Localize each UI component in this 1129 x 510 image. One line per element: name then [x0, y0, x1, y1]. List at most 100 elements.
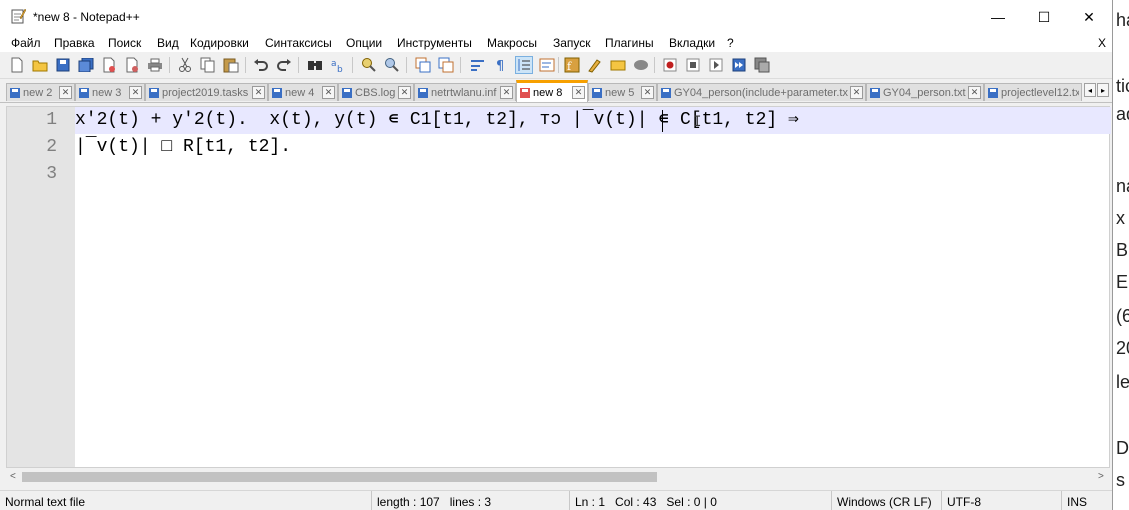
- cut-icon[interactable]: [176, 56, 194, 74]
- line-number-gutter: 1 2 3: [7, 107, 75, 467]
- stop-macro-icon[interactable]: [684, 56, 702, 74]
- horizontal-scrollbar[interactable]: < >: [6, 469, 1110, 486]
- tab-label: projectlevel12.txt: [1001, 86, 1079, 99]
- close-button[interactable]: ✕: [1066, 0, 1112, 34]
- save-all-icon[interactable]: [77, 56, 95, 74]
- monitoring-icon[interactable]: [609, 56, 627, 74]
- menu-view[interactable]: Вид: [157, 36, 179, 50]
- menu-settings[interactable]: Опции: [346, 36, 382, 50]
- tab-close-icon[interactable]: ✕: [572, 86, 585, 99]
- tab-gy04-person[interactable]: GY04_person.txt ✕: [866, 83, 984, 101]
- new-file-icon[interactable]: [8, 56, 26, 74]
- background-text: x w: [1116, 208, 1129, 228]
- menu-macro[interactable]: Макросы: [487, 36, 537, 50]
- replace-icon[interactable]: ab: [329, 56, 347, 74]
- maximize-button[interactable]: ☐: [1021, 0, 1067, 34]
- play-macro-icon[interactable]: [707, 56, 725, 74]
- scroll-right-arrow-icon[interactable]: >: [1098, 471, 1104, 482]
- paste-icon[interactable]: [222, 56, 240, 74]
- tab-new-8[interactable]: new 8 ✕: [516, 80, 588, 102]
- text-editor[interactable]: 1 2 3 x′2(t) + y′2(t). x(t), y(t) ∊ C1[t…: [6, 106, 1111, 468]
- close-file-icon[interactable]: [100, 56, 118, 74]
- folder-as-workspace-icon[interactable]: [586, 56, 604, 74]
- panel-icon[interactable]: [632, 56, 650, 74]
- menu-run[interactable]: Запуск: [553, 36, 591, 50]
- code-line[interactable]: |¯v(t)| □ R[t1, t2].: [75, 134, 291, 161]
- function-list-icon[interactable]: f: [563, 56, 581, 74]
- tab-close-icon[interactable]: ✕: [129, 86, 142, 99]
- tab-new-5[interactable]: new 5 ✕: [588, 83, 657, 101]
- tab-new-4[interactable]: new 4 ✕: [268, 83, 338, 101]
- scroll-left-arrow-icon[interactable]: <: [10, 471, 16, 482]
- code-line[interactable]: x′2(t) + y′2(t). x(t), y(t) ∊ C1[t1, t2]…: [75, 107, 799, 134]
- save-icon: [79, 87, 89, 98]
- sync-horizontal-icon[interactable]: [437, 56, 455, 74]
- tab-close-icon[interactable]: ✕: [398, 86, 411, 99]
- save-macro-icon[interactable]: [753, 56, 771, 74]
- run-macro-multiple-icon[interactable]: [730, 56, 748, 74]
- copy-icon[interactable]: [199, 56, 217, 74]
- background-text: (6: [1116, 306, 1129, 326]
- menu-edit[interactable]: Правка: [54, 36, 95, 50]
- close-document-button[interactable]: X: [1098, 36, 1106, 50]
- tab-new-2[interactable]: new 2 ✕: [6, 83, 75, 101]
- menu-encoding[interactable]: Кодировки: [190, 36, 249, 50]
- zoom-out-icon[interactable]: [383, 56, 401, 74]
- status-encoding[interactable]: UTF-8: [942, 491, 1062, 510]
- tab-label: new 4: [285, 86, 315, 99]
- menu-language[interactable]: Синтаксисы: [265, 36, 332, 50]
- scrollbar-thumb[interactable]: [22, 472, 657, 482]
- tab-close-icon[interactable]: ✕: [641, 86, 654, 99]
- background-text: s 1: [1116, 470, 1129, 490]
- tab-close-icon[interactable]: ✕: [252, 86, 265, 99]
- tab-projectlevel12[interactable]: projectlevel12.txt: [984, 83, 1082, 101]
- redo-icon[interactable]: [275, 56, 293, 74]
- menu-help[interactable]: ?: [727, 36, 734, 50]
- document-map-icon[interactable]: [538, 56, 556, 74]
- text-caret: [662, 110, 663, 132]
- show-all-characters-icon[interactable]: ¶: [492, 56, 510, 74]
- status-insert-mode[interactable]: INS: [1062, 491, 1112, 510]
- zoom-in-icon[interactable]: [360, 56, 378, 74]
- background-window-fragment: ha tic ad nat x w B ER (6 20 le DF s 1: [1113, 0, 1129, 510]
- print-icon[interactable]: [146, 56, 164, 74]
- tab-scroll-right-button[interactable]: ▸: [1097, 83, 1109, 97]
- menu-tools[interactable]: Инструменты: [397, 36, 472, 50]
- tab-close-icon[interactable]: ✕: [500, 86, 513, 99]
- undo-icon[interactable]: [252, 56, 270, 74]
- save-icon: [592, 87, 602, 98]
- menu-plugins[interactable]: Плагины: [605, 36, 654, 50]
- tab-close-icon[interactable]: ✕: [850, 86, 863, 99]
- tab-project2019-tasks[interactable]: project2019.tasks ✕: [145, 83, 268, 101]
- find-icon[interactable]: [306, 56, 324, 74]
- close-all-icon[interactable]: [123, 56, 141, 74]
- tab-close-icon[interactable]: ✕: [968, 86, 981, 99]
- record-macro-icon[interactable]: [661, 56, 679, 74]
- open-file-icon[interactable]: [31, 56, 49, 74]
- tab-new-3[interactable]: new 3 ✕: [75, 83, 145, 101]
- tab-gy04-person-include-parameter[interactable]: GY04_person(include+parameter.txt ✕: [657, 83, 866, 101]
- background-text: B: [1116, 240, 1129, 260]
- line-number: 2: [46, 137, 57, 157]
- menu-search[interactable]: Поиск: [108, 36, 141, 50]
- status-eol[interactable]: Windows (CR LF): [832, 491, 942, 510]
- menu-window[interactable]: Вкладки: [669, 36, 715, 50]
- unsaved-file-icon: [520, 87, 530, 98]
- tab-cbs-log[interactable]: CBS.log ✕: [338, 83, 414, 101]
- menu-file[interactable]: Файл: [11, 36, 41, 50]
- tab-close-icon[interactable]: ✕: [322, 86, 335, 99]
- title-bar[interactable]: *new 8 - Notepad++ — ☐ ✕: [0, 0, 1112, 34]
- tab-label: new 2: [23, 86, 53, 99]
- save-icon: [342, 87, 352, 98]
- indent-guide-icon[interactable]: [515, 56, 533, 74]
- menu-bar: Файл Правка Поиск Вид Кодировки Синтакси…: [0, 34, 1112, 52]
- svg-text:a: a: [331, 59, 337, 69]
- sync-vertical-icon[interactable]: [414, 56, 432, 74]
- word-wrap-icon[interactable]: [469, 56, 487, 74]
- tab-close-icon[interactable]: ✕: [59, 86, 72, 99]
- tab-netrtwlanu-inf[interactable]: netrtwlanu.inf ✕: [414, 83, 516, 101]
- window-title: *new 8 - Notepad++: [33, 10, 140, 24]
- tab-scroll-left-button[interactable]: ◂: [1084, 83, 1096, 97]
- save-icon[interactable]: [54, 56, 72, 74]
- minimize-button[interactable]: —: [975, 0, 1021, 34]
